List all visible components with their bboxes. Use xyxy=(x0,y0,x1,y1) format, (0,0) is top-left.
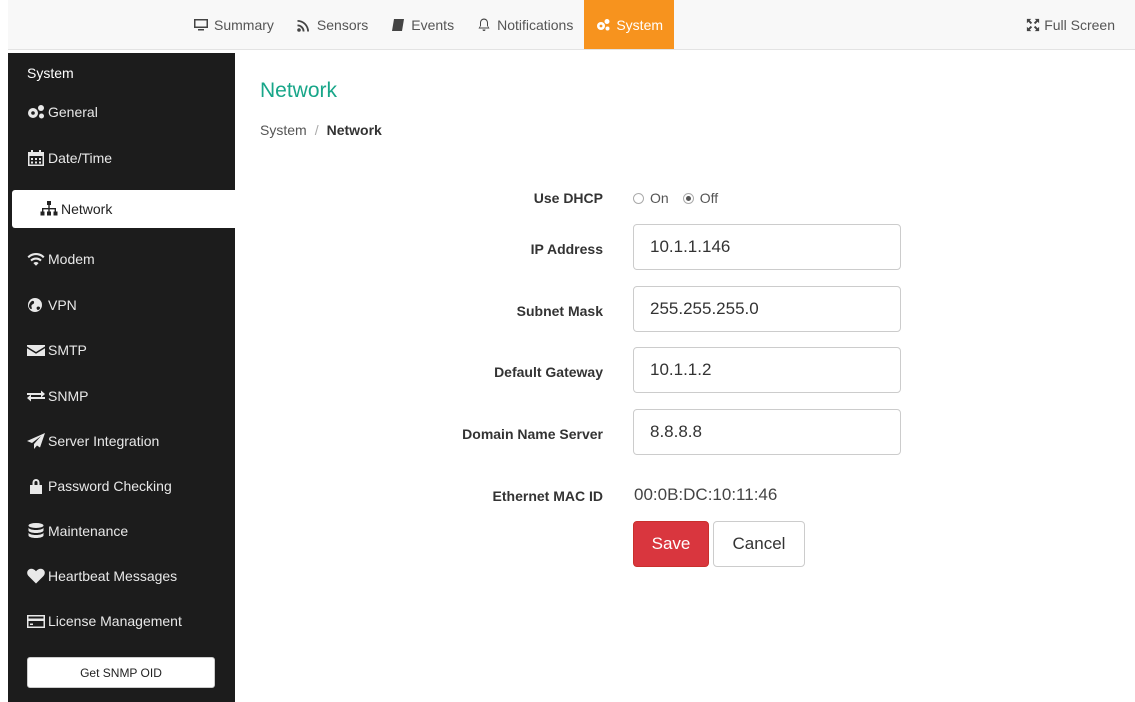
nav-events[interactable]: Events xyxy=(379,0,465,49)
sidebar-item-label: Server Integration xyxy=(48,433,160,449)
dns-field[interactable] xyxy=(633,409,901,455)
dns-label: Domain Name Server xyxy=(462,426,603,442)
gears-icon xyxy=(28,105,44,119)
breadcrumb-current: Network xyxy=(326,122,382,138)
default-gateway-label: Default Gateway xyxy=(494,364,603,380)
mac-id-value: 00:0B:DC:10:11:46 xyxy=(634,485,778,504)
dhcp-label: Use DHCP xyxy=(533,190,603,206)
sidebar-title: System xyxy=(27,65,74,81)
fullscreen-button[interactable]: Full Screen xyxy=(1026,0,1115,49)
dhcp-radio-group: On Off xyxy=(633,190,726,206)
ip-address-label: IP Address xyxy=(530,241,603,257)
sidebar-item-label: SNMP xyxy=(48,388,89,404)
exchange-icon xyxy=(27,390,45,402)
dhcp-off-label: Off xyxy=(699,190,719,206)
paper-plane-icon xyxy=(27,433,45,449)
sidebar-item-server-integration[interactable]: Server Integration xyxy=(8,422,235,460)
credit-card-icon xyxy=(27,615,45,628)
sidebar-item-label: SMTP xyxy=(48,342,87,358)
subnet-mask-field[interactable] xyxy=(633,286,901,332)
sidebar-item-datetime[interactable]: Date/Time xyxy=(8,139,235,177)
sidebar-item-heartbeat-messages[interactable]: Heartbeat Messages xyxy=(8,557,235,595)
monitor-icon xyxy=(194,18,208,30)
sidebar-item-label: General xyxy=(48,104,98,120)
sidebar-item-label: License Management xyxy=(48,613,182,629)
book-icon xyxy=(392,18,405,31)
nav-notifications[interactable]: Notifications xyxy=(465,0,584,49)
sidebar-item-label: Modem xyxy=(48,251,95,267)
nav-summary-label: Summary xyxy=(214,16,274,33)
nav-sensors-label: Sensors xyxy=(316,16,369,33)
gears-icon xyxy=(597,18,610,30)
save-button[interactable]: Save xyxy=(633,521,709,567)
sidebar-item-modem[interactable]: Modem xyxy=(8,240,235,278)
dhcp-on-radio[interactable] xyxy=(633,192,644,204)
calendar-icon xyxy=(28,150,44,166)
sidebar-item-general[interactable]: General xyxy=(8,93,235,131)
nav-system-label: System xyxy=(616,16,664,33)
wifi-icon xyxy=(27,253,45,266)
rss-icon xyxy=(297,19,309,32)
globe-icon xyxy=(28,298,42,312)
default-gateway-field[interactable] xyxy=(633,347,901,393)
sidebar-item-maintenance[interactable]: Maintenance xyxy=(8,512,235,550)
nav-sensors[interactable]: Sensors xyxy=(285,0,379,49)
nav-summary[interactable]: Summary xyxy=(182,0,285,49)
sidebar-item-license-management[interactable]: License Management xyxy=(8,602,235,640)
sidebar-item-label: VPN xyxy=(48,297,77,313)
page-title: Network xyxy=(260,79,338,102)
expand-icon xyxy=(1027,18,1040,31)
sidebar-item-snmp[interactable]: SNMP xyxy=(8,377,235,415)
breadcrumb-separator: / xyxy=(314,122,319,138)
database-icon xyxy=(28,523,44,538)
dhcp-off-radio[interactable] xyxy=(682,192,694,204)
get-snmp-oid-button[interactable]: Get SNMP OID xyxy=(27,657,215,688)
sidebar: System General Date/Time Network Modem V… xyxy=(8,53,235,702)
cancel-button[interactable]: Cancel xyxy=(713,521,805,567)
sidebar-item-vpn[interactable]: VPN xyxy=(8,286,235,324)
sidebar-item-label: Network xyxy=(61,201,113,217)
breadcrumb: System / Network xyxy=(260,122,382,138)
mac-id-label: Ethernet MAC ID xyxy=(492,488,603,504)
bell-icon xyxy=(478,18,490,31)
sidebar-item-smtp[interactable]: SMTP xyxy=(8,331,235,369)
top-nav: Summary Sensors Events Notifications Sys… xyxy=(182,0,675,49)
ip-address-field[interactable] xyxy=(633,224,901,270)
subnet-mask-label: Subnet Mask xyxy=(516,303,603,319)
envelope-icon xyxy=(27,345,45,356)
sidebar-item-label: Date/Time xyxy=(48,150,113,166)
nav-events-label: Events xyxy=(411,16,455,33)
heart-icon xyxy=(27,568,45,584)
breadcrumb-root[interactable]: System xyxy=(260,122,307,138)
nav-system[interactable]: System xyxy=(584,0,675,49)
dhcp-on-label: On xyxy=(650,190,669,206)
lock-icon xyxy=(30,479,42,494)
top-navbar: Summary Sensors Events Notifications Sys… xyxy=(8,0,1135,50)
sidebar-item-label: Password Checking xyxy=(48,478,172,494)
sitemap-icon xyxy=(40,201,58,216)
nav-notifications-label: Notifications xyxy=(497,16,574,33)
sidebar-item-password-checking[interactable]: Password Checking xyxy=(8,467,235,505)
sidebar-item-label: Heartbeat Messages xyxy=(48,568,178,584)
sidebar-item-label: Maintenance xyxy=(48,523,129,539)
sidebar-item-network[interactable]: Network xyxy=(12,190,235,228)
fullscreen-label: Full Screen xyxy=(1044,16,1115,33)
